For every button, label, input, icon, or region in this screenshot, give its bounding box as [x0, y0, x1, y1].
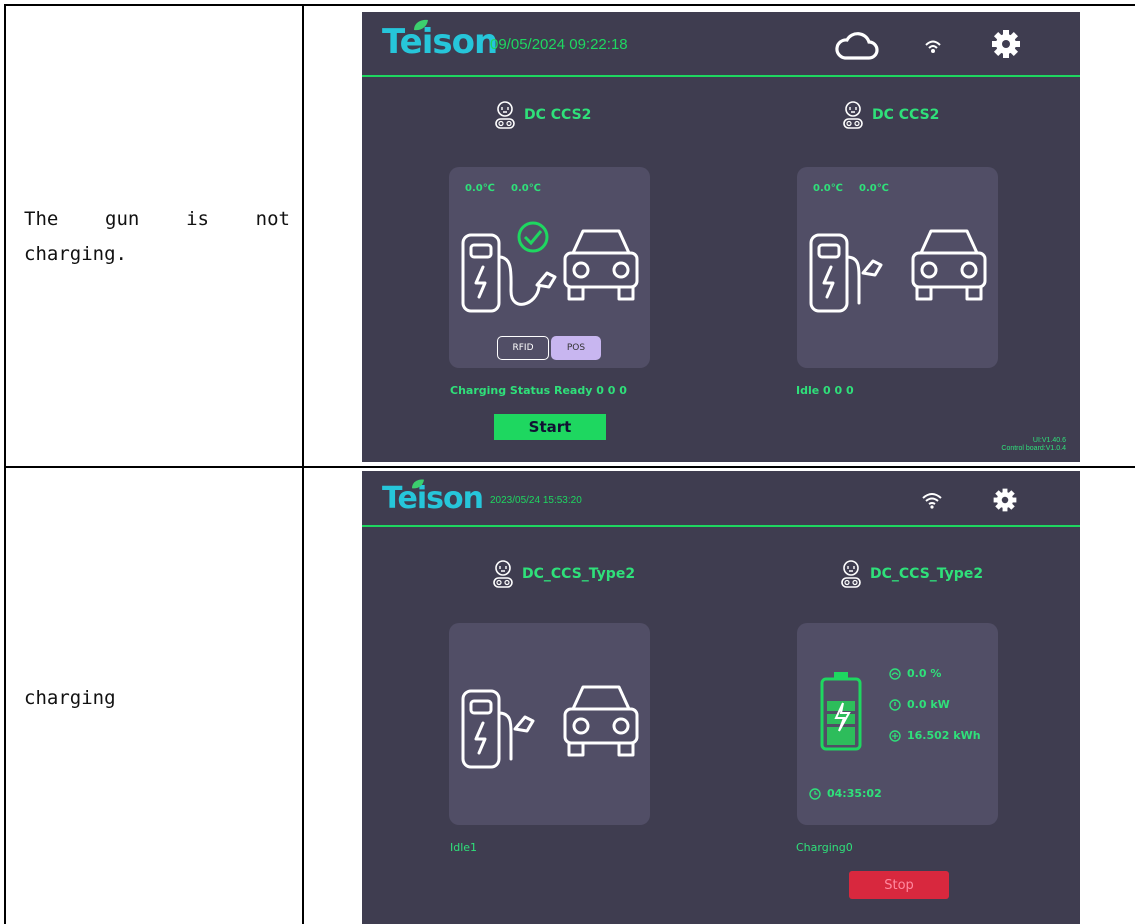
gun1-name: DC CCS2 [524, 107, 592, 123]
gun2-title: DC_CCS_Type2 [840, 559, 983, 589]
pos-button[interactable]: POS [551, 336, 601, 360]
table-border-left [4, 4, 6, 924]
brand-name: Teison [382, 481, 484, 516]
soc-value: 0.0 % [907, 667, 942, 680]
gun2-panel[interactable]: 0.0℃ 0.0℃ [797, 167, 998, 368]
screen-not-charging: Teison 09/05/2024 09:22:18 DC CCS2 DC CC… [362, 12, 1080, 462]
gun2-title: DC CCS2 [842, 100, 939, 130]
gear-icon[interactable] [992, 487, 1018, 513]
power-stat: 0.0 kW [889, 698, 950, 711]
connector-icon [841, 560, 861, 588]
board-version: Control board:V1.0.4 [1001, 445, 1066, 452]
wifi-icon[interactable] [922, 491, 942, 509]
gun2-panel[interactable]: 0.0 % 0.0 kW 16.502 kWh 04:35:02 [797, 623, 998, 825]
connector-icon [493, 560, 513, 588]
logo-leaf-icon [412, 479, 424, 489]
clock-icon [809, 787, 821, 800]
ui-version: UI:V1.40.6 [1032, 437, 1066, 444]
power-value: 0.0 kW [907, 698, 950, 711]
datetime: 09/05/2024 09:22:18 [490, 36, 628, 53]
brand-logo: Teison [382, 22, 498, 62]
row2-description-line1: charging [24, 687, 116, 709]
row1-description-line1: The gun is not [24, 208, 290, 230]
power-icon [889, 698, 901, 711]
battery-icon [820, 672, 862, 751]
gun2-status: Idle 0 0 0 [796, 384, 854, 397]
wifi-icon[interactable] [924, 38, 942, 54]
header-divider [362, 75, 1080, 77]
charger-car-illustration [461, 685, 639, 769]
gun1-title: DC_CCS_Type2 [492, 559, 635, 589]
check-circle-icon [517, 221, 549, 253]
brand-logo: Teison [382, 481, 484, 516]
start-button[interactable]: Start [494, 414, 606, 440]
speedometer-icon [889, 667, 901, 680]
version-info: UI:V1.40.6 Control board:V1.0.4 [1001, 437, 1066, 453]
gun2-name: DC_CCS_Type2 [870, 566, 984, 582]
gun2-temp2: 0.0℃ [859, 183, 889, 194]
gun1-status: Charging Status Ready 0 0 0 [450, 384, 627, 397]
row1-description-line2: charging. [24, 243, 127, 265]
gun1-title: DC CCS2 [494, 100, 591, 130]
gun1-temp2: 0.0℃ [511, 183, 541, 194]
connector-icon [843, 101, 863, 129]
charger-car-illustration [809, 229, 987, 313]
gun1-panel[interactable] [449, 623, 650, 825]
energy-icon [889, 729, 901, 742]
table-border-top [4, 4, 1135, 6]
duration-stat: 04:35:02 [809, 787, 882, 800]
gun1-status: Idle1 [450, 841, 478, 854]
energy-stat: 16.502 kWh [889, 729, 981, 742]
duration-value: 04:35:02 [827, 787, 882, 800]
gear-icon[interactable] [990, 28, 1022, 60]
table-column-divider [302, 4, 304, 924]
gun2-temp1: 0.0℃ [813, 183, 843, 194]
datetime: 2023/05/24 15:53:20 [490, 495, 582, 506]
energy-value: 16.502 kWh [907, 729, 981, 742]
screen-charging: Teison 2023/05/24 15:53:20 DC_CCS_Type2 … [362, 471, 1080, 924]
brand-name: Teison [382, 22, 498, 62]
stop-button[interactable]: Stop [849, 871, 949, 899]
gun1-name: DC_CCS_Type2 [522, 566, 636, 582]
row2-description: charging [24, 681, 290, 716]
connector-icon [495, 101, 515, 129]
table-row-divider [4, 466, 1135, 468]
doc-table: The gun is not charging. charging Teison… [4, 4, 1135, 924]
soc-stat: 0.0 % [889, 667, 941, 680]
gun2-status: Charging0 [796, 841, 853, 854]
logo-leaf-icon [414, 19, 428, 31]
gun2-name: DC CCS2 [872, 107, 940, 123]
row1-description: The gun is not charging. [24, 202, 290, 272]
cloud-icon[interactable] [835, 30, 879, 62]
rfid-button[interactable]: RFID [497, 336, 549, 360]
gun1-temp1: 0.0℃ [465, 183, 495, 194]
charger-car-illustration [461, 221, 639, 313]
header-divider [362, 525, 1080, 527]
gun1-panel[interactable]: 0.0℃ 0.0℃ RFID POS [449, 167, 650, 368]
